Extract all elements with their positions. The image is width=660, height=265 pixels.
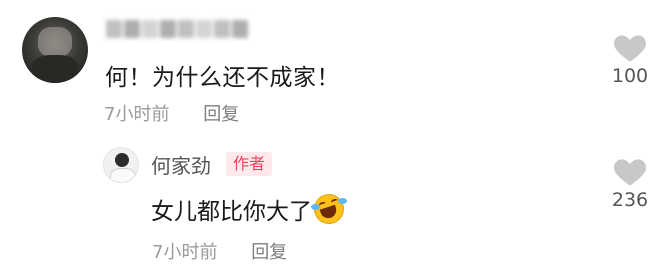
- author-badge: 作者: [226, 152, 273, 176]
- heart-icon: [613, 35, 647, 62]
- author-name[interactable]: 何家劲: [151, 150, 211, 179]
- comment-thread: 何！为什么还不成家！ 7小时前 回复 100 何家劲 作者 女儿都比你大了 7小…: [0, 0, 660, 265]
- like-count: 236: [611, 189, 649, 211]
- author-avatar[interactable]: [103, 147, 139, 183]
- reply-button[interactable]: 回复: [203, 104, 239, 125]
- heart-icon: [613, 159, 647, 186]
- reply-text-content: 女儿都比你大了: [151, 199, 312, 225]
- like-count: 100: [611, 65, 649, 87]
- like-button[interactable]: 236: [605, 155, 655, 211]
- rofl-emoji-icon: [310, 190, 348, 228]
- reply-time: 7小时前: [152, 242, 218, 263]
- reply-text: 女儿都比你大了: [151, 190, 348, 228]
- like-button[interactable]: 100: [605, 31, 655, 87]
- user-avatar[interactable]: [22, 17, 88, 83]
- username-blurred[interactable]: [106, 20, 248, 42]
- reply-button[interactable]: 回复: [251, 242, 287, 263]
- comment-time: 7小时前: [104, 104, 170, 125]
- reply-meta: 7小时前 回复: [152, 238, 287, 264]
- comment-text: 何！为什么还不成家！: [105, 65, 340, 91]
- comment-meta: 7小时前 回复: [104, 100, 239, 126]
